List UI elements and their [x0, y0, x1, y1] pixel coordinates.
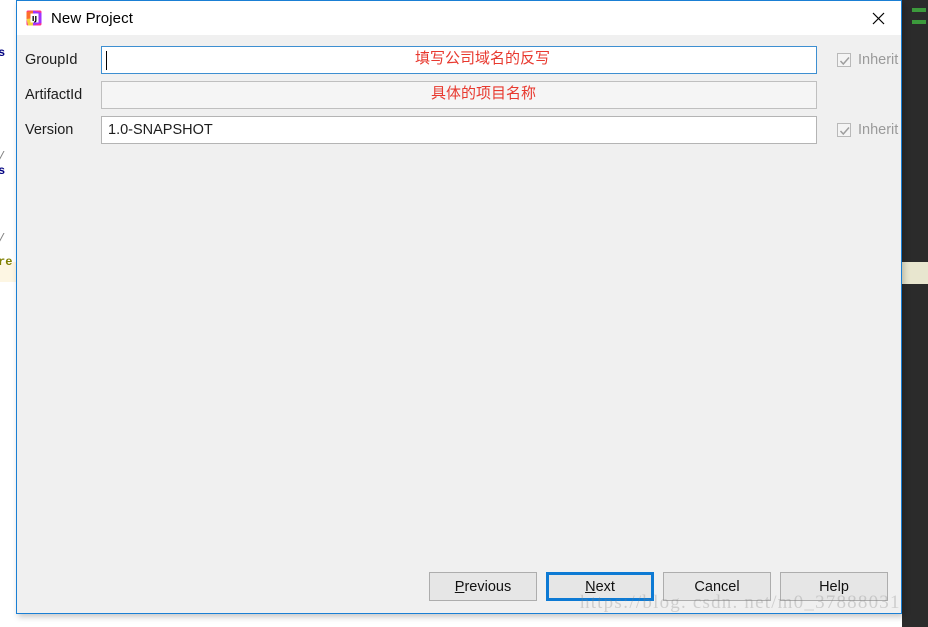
ide-code-fragment: s: [0, 164, 6, 178]
version-inherit-group[interactable]: Inherit: [837, 122, 898, 138]
form-row-groupid: GroupId Inherit: [17, 46, 903, 74]
version-value: 1.0-SNAPSHOT: [108, 122, 213, 138]
intellij-idea-icon: IJ: [26, 10, 42, 26]
ide-line-highlight: [902, 262, 928, 284]
dialog-button-bar: Previous Next Cancel Help: [17, 572, 903, 601]
ide-editor-left-sliver: s / s / re: [0, 0, 16, 627]
version-label: Version: [25, 122, 74, 138]
screen-root: s / s / re IJ New Project: [0, 0, 928, 627]
next-button-label: ext: [595, 578, 615, 595]
groupid-inherit-label: Inherit: [858, 52, 899, 68]
dialog-content: GroupId Inherit ArtifactId Version 1.0-S…: [17, 35, 901, 613]
ide-code-fragment: /: [0, 232, 5, 246]
previous-button[interactable]: Previous: [429, 572, 537, 601]
previous-button-label: revious: [464, 578, 512, 595]
ide-scrollbar-marker: [912, 8, 926, 12]
ide-code-fragment: re: [0, 255, 13, 269]
version-inherit-label: Inherit: [858, 122, 899, 138]
groupid-label: GroupId: [25, 52, 78, 68]
ide-editor-right-sliver: [902, 0, 928, 627]
dialog-title: New Project: [51, 9, 133, 27]
dialog-titlebar: IJ New Project: [17, 0, 901, 35]
form-row-artifactid: ArtifactId: [17, 81, 903, 109]
version-input[interactable]: 1.0-SNAPSHOT: [101, 116, 817, 144]
ide-code-fragment: s: [0, 46, 6, 60]
cancel-button-label: Cancel: [694, 578, 740, 595]
help-button[interactable]: Help: [780, 572, 888, 601]
new-project-dialog: IJ New Project GroupId Inherit ArtifactI…: [16, 0, 902, 614]
svg-text:IJ: IJ: [32, 15, 37, 23]
version-inherit-checkbox[interactable]: [837, 123, 851, 137]
groupid-inherit-checkbox[interactable]: [837, 53, 851, 67]
next-button[interactable]: Next: [546, 572, 654, 601]
help-button-label: Help: [819, 578, 849, 595]
ide-scrollbar-marker: [912, 20, 926, 24]
ide-code-fragment: /: [0, 150, 5, 164]
close-icon[interactable]: [855, 1, 901, 35]
artifactid-label: ArtifactId: [25, 87, 83, 103]
next-button-mnemonic: N: [585, 578, 596, 595]
groupid-inherit-group[interactable]: Inherit: [837, 52, 898, 68]
artifactid-input[interactable]: [101, 81, 817, 109]
form-row-version: Version 1.0-SNAPSHOT Inherit: [17, 116, 903, 144]
cancel-button[interactable]: Cancel: [663, 572, 771, 601]
text-caret: [106, 51, 107, 70]
previous-button-mnemonic: P: [454, 578, 465, 595]
groupid-input[interactable]: [101, 46, 817, 74]
